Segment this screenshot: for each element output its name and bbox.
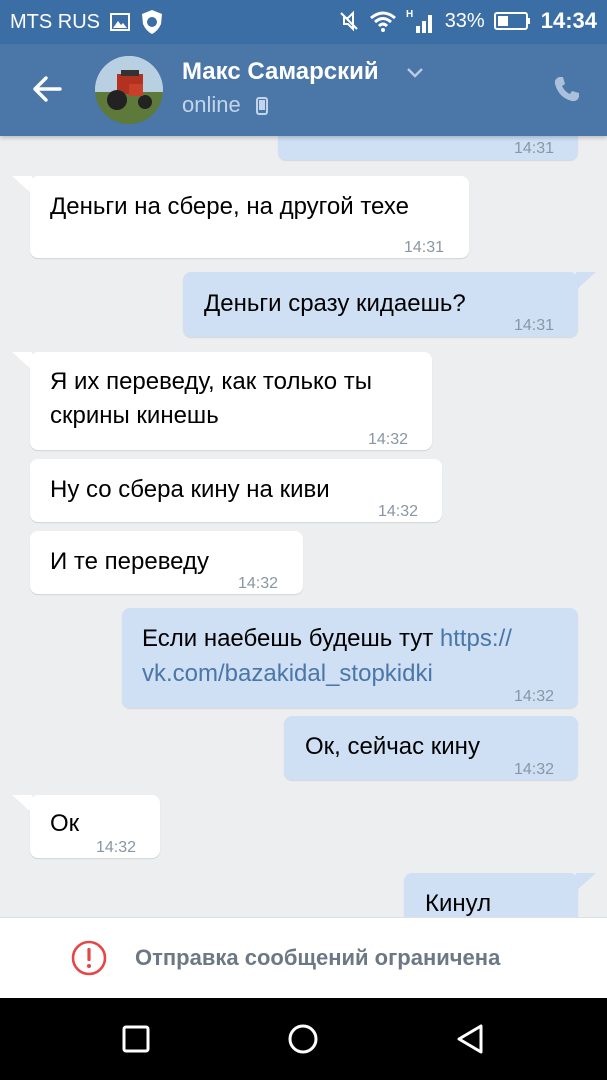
bubble-tail [576,873,596,891]
message-text: Ок, сейчас кину [305,733,480,760]
message-text-line2: скрины кинешь [50,402,219,429]
avatar[interactable] [95,56,163,124]
message-bubble-incoming[interactable]: Ну со сбера кину на киви 14:32 [30,459,442,522]
messaging-restricted-bar: Отправка сообщений ограничена [0,917,607,999]
image-icon [110,13,130,31]
shield-app-icon [142,10,162,34]
contact-name[interactable]: Макс Самарский [182,58,379,86]
bubble-tail [12,176,32,194]
message-text: Ну со сбера кину на киви [50,476,330,503]
message-text: Деньги на сбере, на другой техе [50,193,409,220]
message-time: 14:31 [514,140,555,157]
message-text-line1: Я их переведу, как только ты [50,368,372,395]
mobile-device-icon [256,97,268,115]
back-triangle-icon[interactable] [455,1023,487,1055]
warning-icon [71,940,107,976]
message-bubble-incoming[interactable]: Деньги на сбере, на другой техе 14:31 [30,176,469,258]
message-time: 14:32 [514,761,555,778]
home-circle-icon[interactable] [287,1023,319,1055]
message-time: 14:32 [238,575,279,592]
system-nav-bar [0,998,607,1080]
back-arrow-icon[interactable] [30,72,64,106]
battery-percent: 33% [444,9,485,32]
message-text: Ок [50,810,80,837]
tractor-photo [95,56,163,124]
message-text: Если наебешь будешь тут [142,625,440,652]
svg-text:H: H [406,9,413,20]
message-text-line1: Если наебешь будешь тут https:// [142,622,512,656]
message-time: 14:32 [368,431,409,448]
chevron-down-icon[interactable] [406,66,424,80]
wifi-icon [369,11,396,32]
message-bubble-incoming[interactable]: И те переведу 14:32 [30,531,303,594]
bubble-tail [12,352,32,370]
status-bar: MTS RUS H 33% 14:34 [0,0,607,44]
chat-header: Макс Самарский online [0,44,607,136]
battery-icon [493,12,530,30]
message-link[interactable]: vk.com/bazakidal_stopkidki [142,657,433,691]
message-time: 14:32 [514,688,555,705]
message-text: Деньги сразу кидаешь? [204,290,466,317]
message-time: 14:31 [514,317,555,334]
message-time: 14:32 [96,839,137,856]
message-text: Кинул [425,890,492,917]
bubble-tail [576,272,596,290]
message-time: 14:31 [404,239,445,256]
message-bubble-outgoing[interactable]: Если наебешь будешь тут https:// vk.com/… [122,608,578,708]
bubble-tail [12,795,32,813]
contact-status: online [182,92,241,117]
carrier-label: MTS RUS [10,10,100,33]
message-bubble-incoming[interactable]: Я их переведу, как только ты скрины кине… [30,352,432,450]
message-bubble-outgoing[interactable]: Деньги сразу кидаешь? 14:31 [183,272,578,337]
mute-icon [339,10,358,32]
signal-icon: H [406,9,432,33]
restriction-message: Отправка сообщений ограничена [135,945,501,970]
clock: 14:34 [540,8,597,33]
phone-icon[interactable] [552,74,582,104]
message-time: 14:32 [378,503,419,520]
recents-square-icon[interactable] [120,1023,152,1055]
message-text: И те переведу [50,548,209,575]
message-bubble-incoming[interactable]: Ок 14:32 [30,795,160,858]
message-bubble-outgoing[interactable]: Ок, сейчас кину 14:32 [284,716,578,780]
message-link[interactable]: https:// [440,625,512,652]
